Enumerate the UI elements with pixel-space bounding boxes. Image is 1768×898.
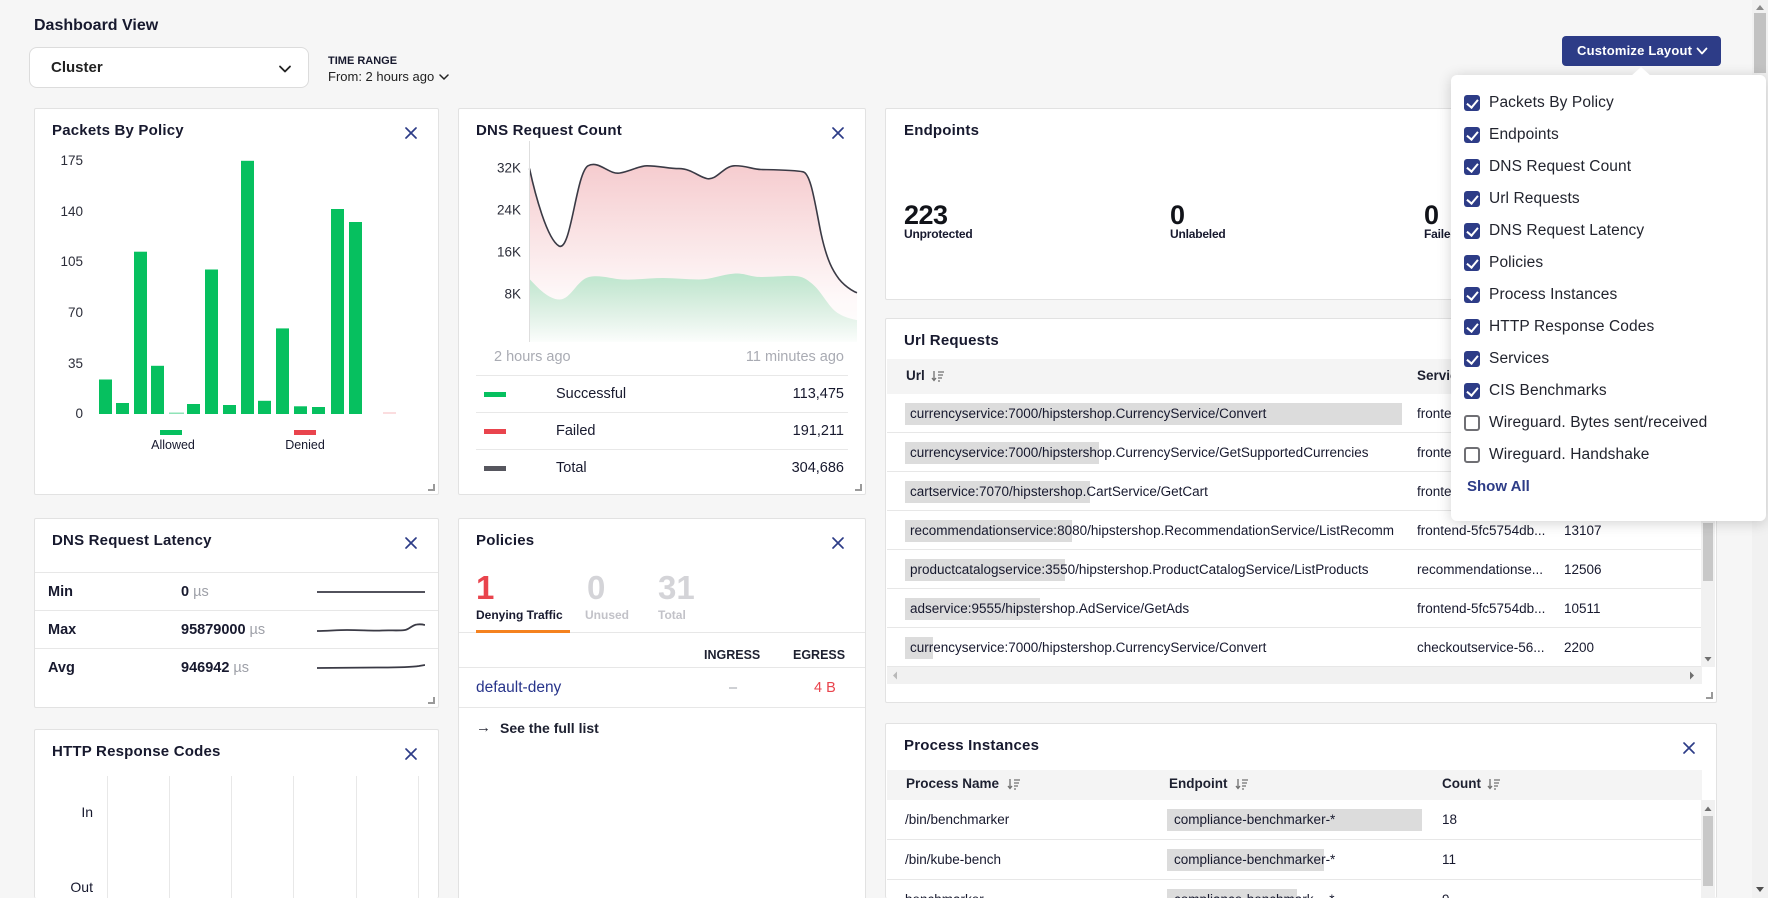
svg-text:Out: Out [70,879,93,895]
svg-text:In: In [81,804,93,820]
svg-text:11 minutes ago: 11 minutes ago [746,349,844,365]
svg-text:Denied: Denied [285,438,325,452]
svg-text:2 hours ago: 2 hours ago [494,349,571,365]
svg-text:140: 140 [60,204,83,219]
svg-text:16K: 16K [497,245,521,260]
svg-text:70: 70 [68,305,83,320]
svg-text:105: 105 [60,254,83,269]
svg-text:Allowed: Allowed [151,438,195,452]
svg-text:35: 35 [68,356,83,371]
svg-text:24K: 24K [497,203,521,218]
svg-text:8K: 8K [504,287,521,302]
svg-text:0: 0 [75,406,83,421]
svg-text:175: 175 [60,153,83,168]
svg-text:32K: 32K [497,161,521,176]
